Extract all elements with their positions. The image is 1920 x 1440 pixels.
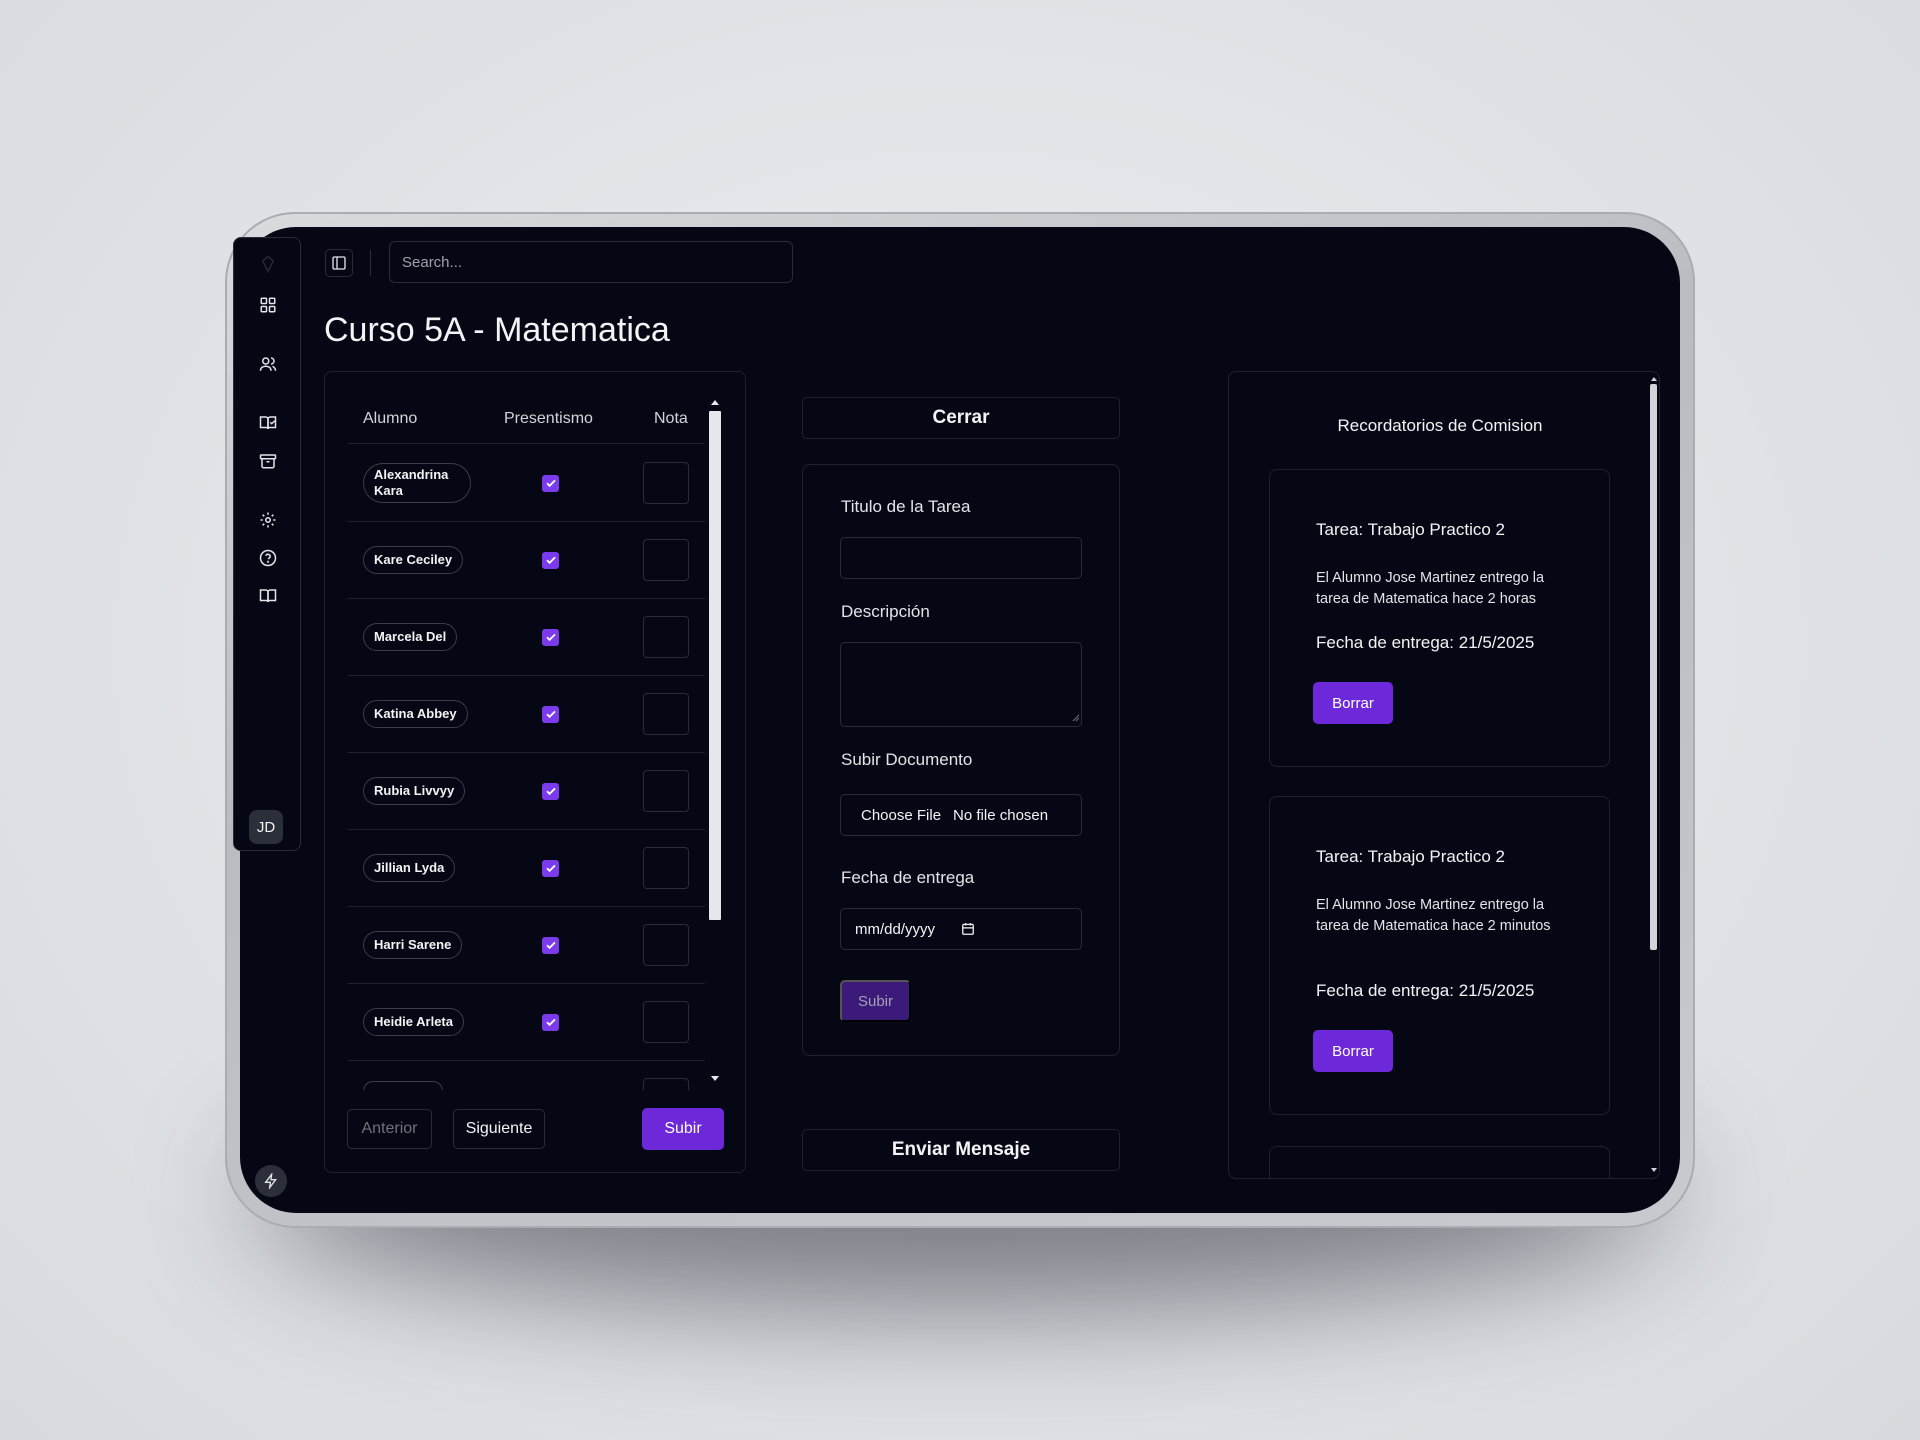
reminder-due-date: Fecha de entrega: 21/5/2025	[1316, 981, 1535, 1000]
header-divider	[347, 443, 705, 444]
check-icon	[545, 556, 556, 565]
grade-input[interactable]	[643, 1000, 689, 1043]
reminder-title: Tarea: Trabajo Practico 2	[1316, 520, 1505, 539]
row-divider	[347, 521, 705, 522]
sidebar-toggle-button[interactable]	[325, 249, 353, 277]
student-name-chip: Jillian Lyda	[363, 853, 456, 882]
due-date-label: Fecha de entrega	[841, 868, 975, 887]
row-divider	[347, 675, 705, 676]
check-icon	[545, 941, 556, 950]
bolt-icon[interactable]	[255, 1165, 287, 1197]
choose-file-button[interactable]: Choose File	[861, 807, 941, 824]
check-icon	[545, 787, 556, 796]
reminder-title: Tarea: Trabajo Practico 2	[1316, 847, 1505, 866]
column-header-grade: Nota	[654, 410, 688, 427]
logo-icon	[258, 254, 278, 274]
task-submit-button[interactable]: Subir	[840, 980, 911, 1022]
calendar-icon	[962, 923, 974, 935]
reminders-scroll-down-arrow[interactable]	[1651, 1168, 1657, 1172]
column-header-student: Alumno	[363, 410, 418, 427]
dashboard-icon[interactable]	[258, 295, 278, 315]
presence-checkbox[interactable]	[542, 628, 559, 646]
backdrop: JD Curso 5A - Matematica Alumno Presenti…	[0, 0, 1920, 1440]
presence-checkbox[interactable]	[542, 1013, 559, 1031]
grade-input[interactable]	[643, 615, 689, 658]
student-name-chip: Marcela Del	[363, 622, 458, 651]
task-title-label: Titulo de la Tarea	[841, 497, 971, 516]
previous-button[interactable]: Anterior	[347, 1109, 432, 1149]
check-icon	[545, 710, 556, 719]
reminders-title: Recordatorios de Comision	[1337, 416, 1543, 435]
student-name-chip: Alexandrina Kara	[363, 462, 471, 503]
reminder-card-partial	[1269, 1146, 1610, 1178]
archive-icon[interactable]	[258, 451, 278, 471]
table-scroll-thumb[interactable]	[709, 411, 721, 920]
grade-input[interactable]	[643, 846, 689, 889]
reminder-card: Tarea: Trabajo Practico 2 El Alumno Jose…	[1269, 469, 1610, 767]
task-title-input[interactable]	[840, 537, 1082, 579]
delete-button[interactable]: Borrar	[1313, 682, 1393, 724]
users-icon[interactable]	[258, 354, 278, 374]
next-button[interactable]: Siguiente	[453, 1109, 545, 1149]
grade-input[interactable]	[643, 923, 689, 966]
row-divider	[347, 906, 705, 907]
check-icon	[545, 479, 556, 488]
book-icon[interactable]	[258, 586, 278, 606]
upload-label: Subir Documento	[841, 750, 973, 769]
row-divider	[347, 829, 705, 830]
check-icon	[545, 1018, 556, 1027]
student-name-chip: Kare Ceciley	[363, 545, 464, 574]
presence-checkbox[interactable]	[542, 474, 559, 492]
presence-checkbox[interactable]	[542, 551, 559, 569]
reminder-card: Tarea: Trabajo Practico 2 El Alumno Jose…	[1269, 796, 1610, 1115]
presence-checkbox[interactable]	[542, 936, 559, 954]
student-name-chip: Rubia Livvyy	[363, 776, 466, 805]
presence-checkbox[interactable]	[542, 859, 559, 877]
student-name-chip: Katina Abbey	[363, 699, 468, 728]
attendance-submit-button[interactable]: Subir	[642, 1108, 724, 1150]
file-status: No file chosen	[953, 806, 1049, 824]
help-icon[interactable]	[258, 548, 278, 568]
sidebar: JD	[233, 237, 301, 851]
reminder-body: El Alumno Jose Martinez entrego la tarea…	[1316, 897, 1551, 934]
reminder-body: El Alumno Jose Martinez entrego la tarea…	[1316, 570, 1545, 607]
scroll-down-arrow[interactable]	[711, 1076, 719, 1081]
student-name-chip: Harri Sarene	[363, 930, 463, 959]
settings-icon[interactable]	[258, 510, 278, 530]
reminders-scroll-thumb[interactable]	[1650, 384, 1657, 950]
grade-input[interactable]	[643, 769, 689, 812]
presence-checkbox[interactable]	[542, 782, 559, 800]
resize-grip-icon[interactable]	[1070, 712, 1080, 722]
file-input[interactable]: Choose File No file chosen	[840, 794, 1082, 836]
scroll-up-arrow[interactable]	[711, 400, 719, 405]
check-icon	[545, 864, 556, 873]
book-open-check-icon[interactable]	[258, 413, 278, 433]
due-date-input[interactable]: mm/dd/yyyy	[840, 908, 1082, 950]
send-message-button[interactable]: Enviar Mensaje	[802, 1129, 1120, 1171]
reminder-due-date: Fecha de entrega: 21/5/2025	[1316, 633, 1535, 652]
row-divider	[347, 598, 705, 599]
student-name-chip: Heidie Arleta	[363, 1007, 464, 1036]
grade-input[interactable]	[643, 692, 689, 735]
topbar-divider	[370, 250, 371, 276]
row-divider	[347, 1060, 705, 1061]
grade-input[interactable]	[643, 538, 689, 581]
row-divider	[347, 752, 705, 753]
table-row-partial	[347, 1078, 705, 1090]
presence-checkbox[interactable]	[542, 705, 559, 723]
page-title: Curso 5A - Matematica	[324, 311, 670, 349]
panel-left-icon	[332, 256, 346, 270]
check-icon	[545, 633, 556, 642]
reminders-scroll-up-arrow[interactable]	[1651, 377, 1657, 381]
description-textarea[interactable]	[840, 642, 1082, 727]
description-label: Descripción	[841, 602, 930, 621]
avatar[interactable]: JD	[249, 810, 283, 844]
close-button[interactable]: Cerrar	[802, 397, 1120, 439]
search-input[interactable]	[389, 241, 793, 283]
date-placeholder: mm/dd/yyyy	[855, 920, 936, 938]
row-divider	[347, 983, 705, 984]
grade-input[interactable]	[643, 461, 689, 504]
column-header-presence: Presentismo	[504, 410, 593, 427]
delete-button[interactable]: Borrar	[1313, 1030, 1393, 1072]
